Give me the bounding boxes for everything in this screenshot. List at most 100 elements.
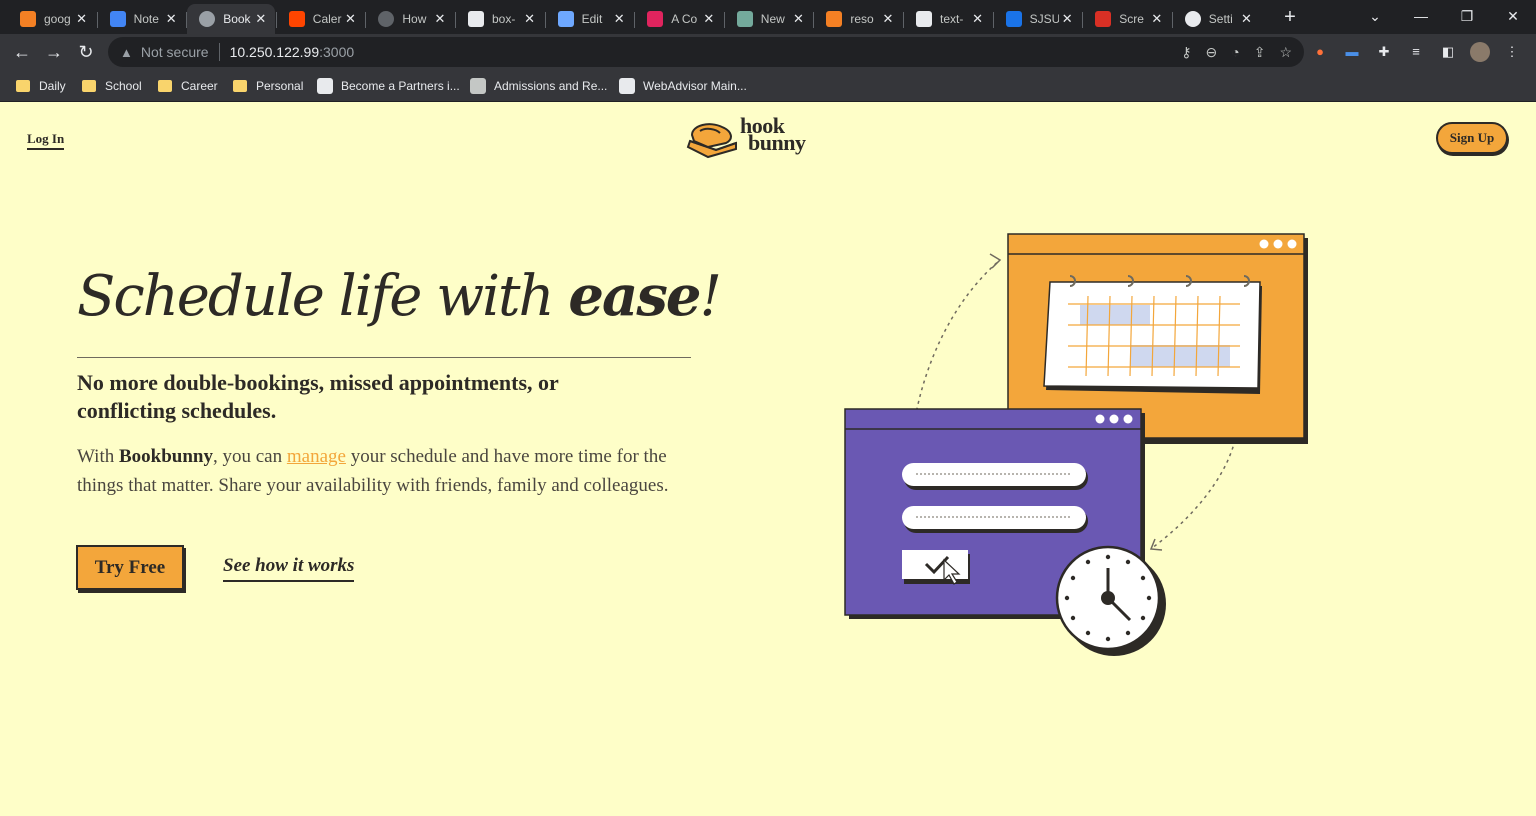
- minimize-icon[interactable]: —: [1398, 0, 1444, 34]
- address-bar[interactable]: ▲ Not secure 10.250.122.99 :3000 ⚷ ⊖ ◔ ⇪…: [108, 37, 1304, 67]
- tab-close-icon[interactable]: ✕: [1059, 11, 1075, 27]
- bookmark-2[interactable]: Career: [158, 76, 218, 96]
- signup-button[interactable]: Sign Up: [1436, 122, 1508, 154]
- bookmark-star-icon[interactable]: ☆: [1279, 44, 1292, 61]
- tab-label: How: [402, 12, 427, 26]
- close-window-icon[interactable]: ✕: [1490, 0, 1536, 34]
- address-bar-actions: ⚷ ⊖ ◔ ⇪ ☆: [1181, 37, 1292, 67]
- fox-extension-icon[interactable]: ●: [1310, 42, 1330, 62]
- folder-icon: [158, 80, 172, 92]
- tab-close-icon[interactable]: ✕: [432, 11, 448, 27]
- back-icon[interactable]: ←: [8, 38, 36, 66]
- restore-icon[interactable]: ❐: [1444, 0, 1490, 34]
- tab-3[interactable]: Caler ✕: [277, 4, 365, 34]
- tab-5[interactable]: box- ✕: [456, 4, 544, 34]
- tab-close-icon[interactable]: ✕: [342, 11, 358, 27]
- hero-body: With Bookbunny, you can manage your sche…: [77, 442, 677, 500]
- bookmark-6[interactable]: WebAdvisor Main...: [619, 76, 747, 96]
- new-tab-button[interactable]: +: [1278, 4, 1302, 30]
- login-link[interactable]: Log In: [27, 131, 65, 150]
- arrow-down-dashed: [1151, 439, 1236, 549]
- logo-line-2: bunny: [748, 130, 806, 155]
- puzzle-icon[interactable]: ✚: [1374, 42, 1394, 62]
- tab-close-icon[interactable]: ✕: [74, 11, 90, 27]
- tab-2[interactable]: Book ✕: [187, 4, 275, 34]
- tab-label: box-: [492, 12, 516, 26]
- hero-title-bold: ease: [568, 263, 701, 329]
- menu-icon[interactable]: ⋮: [1502, 42, 1522, 62]
- tab-separator: [903, 12, 904, 28]
- see-how-it-works-link[interactable]: See how it works: [223, 555, 355, 582]
- tab-12[interactable]: Scre ✕: [1083, 4, 1171, 34]
- manage-link[interactable]: manage: [287, 446, 346, 467]
- bookmark-label: Become a Partners i...: [341, 79, 460, 93]
- tab-6[interactable]: Edit ✕: [546, 4, 634, 34]
- key-icon[interactable]: ⚷: [1181, 44, 1191, 61]
- tab-1[interactable]: Note ✕: [98, 4, 186, 34]
- address-divider: [218, 43, 220, 61]
- reddit-icon: [288, 11, 305, 27]
- hero-title: Schedule life with ease!: [77, 263, 722, 329]
- reload-icon[interactable]: ↻: [72, 38, 100, 66]
- bookmarks-bar: Daily School Career Personal Become a Partne…: [0, 70, 1536, 102]
- bookmark-link-icon: [619, 78, 635, 94]
- url-port: :3000: [319, 44, 355, 60]
- bookmark-4[interactable]: Become a Partners i...: [317, 76, 460, 96]
- screen-extension-icon[interactable]: ▬: [1342, 42, 1362, 62]
- tab-separator: [992, 12, 994, 28]
- tab-close-icon[interactable]: ✕: [522, 11, 538, 27]
- warning-icon: ▲: [120, 44, 133, 60]
- cloud-icon: [557, 11, 574, 27]
- bookmark-3[interactable]: Personal: [233, 76, 303, 96]
- zoom-icon[interactable]: ⊖: [1206, 44, 1218, 61]
- body-brand: Bookbunny: [118, 446, 213, 467]
- bookmark-1[interactable]: School: [82, 76, 142, 96]
- security-label: Not secure: [140, 44, 209, 60]
- clock-icon: [1055, 545, 1166, 656]
- docs-icon: [109, 11, 126, 27]
- tab-7[interactable]: A Co ✕: [635, 4, 723, 34]
- tab-close-icon[interactable]: ✕: [611, 11, 627, 27]
- bookmark-5[interactable]: Admissions and Re...: [470, 76, 607, 96]
- tab-4[interactable]: How ✕: [366, 4, 454, 34]
- performance-icon[interactable]: ◔: [1231, 44, 1239, 60]
- tab-8[interactable]: New ✕: [725, 4, 813, 34]
- media-icon[interactable]: ≡: [1406, 42, 1426, 62]
- tab-separator: [455, 12, 456, 28]
- tab-0[interactable]: goog ✕: [8, 4, 96, 34]
- bookmark-0[interactable]: Daily: [16, 76, 66, 96]
- tab-11[interactable]: SJSU ✕: [994, 4, 1082, 34]
- forward-icon[interactable]: →: [40, 38, 68, 66]
- tab-9[interactable]: reso ✕: [814, 4, 902, 34]
- calendar-icon: [1043, 275, 1262, 394]
- hero-divider: [77, 357, 691, 358]
- tab-13[interactable]: Setti ✕: [1173, 4, 1261, 34]
- share-icon[interactable]: ⇪: [1254, 44, 1266, 61]
- tab-label: Book: [223, 12, 251, 26]
- tab-close-icon[interactable]: ✕: [790, 11, 806, 27]
- tab-close-icon[interactable]: ✕: [701, 11, 717, 27]
- try-free-button[interactable]: Try Free: [76, 545, 184, 590]
- browser-tab-strip: goog ✕ Note ✕ Book ✕ Caler ✕ How ✕ box- ✕ Edit ✕ A Co ✕…: [0, 0, 1536, 34]
- tab-close-icon[interactable]: ✕: [970, 11, 986, 27]
- tab-close-icon[interactable]: ✕: [1238, 11, 1254, 27]
- hero-title-end: !: [699, 264, 721, 329]
- tab-close-icon[interactable]: ✕: [253, 11, 269, 27]
- tab-separator: [1171, 12, 1173, 28]
- tab-10[interactable]: text- ✕: [904, 4, 992, 34]
- browser-toolbar: ← → ↻ ▲ Not secure 10.250.122.99 :3000 ⚷…: [0, 34, 1536, 70]
- tab-close-icon[interactable]: ✕: [880, 11, 896, 27]
- tab-search-icon[interactable]: ⌄: [1352, 0, 1398, 34]
- avatar[interactable]: [1470, 42, 1490, 62]
- tab-label: text-: [940, 12, 964, 26]
- hero-title-light: Schedule life with: [77, 264, 569, 329]
- body-mid: , you can: [213, 446, 287, 467]
- tab-close-icon[interactable]: ✕: [1149, 11, 1165, 27]
- tab-close-icon[interactable]: ✕: [163, 11, 179, 27]
- bookmark-label: Admissions and Re...: [494, 79, 608, 93]
- logo-wordmark[interactable]: hook bunny: [740, 115, 806, 155]
- medium-icon: [468, 11, 484, 27]
- tab-separator: [1082, 12, 1084, 28]
- sidepanel-icon[interactable]: ◧: [1438, 42, 1458, 62]
- asterisk-icon: [647, 11, 664, 27]
